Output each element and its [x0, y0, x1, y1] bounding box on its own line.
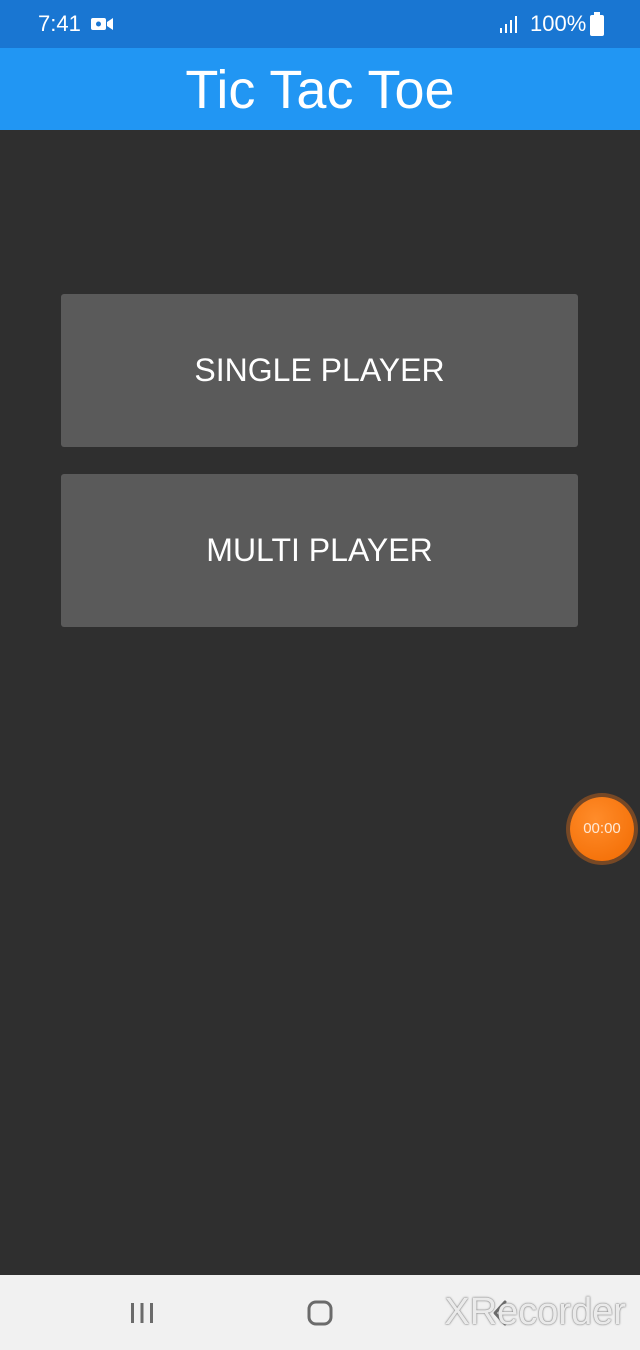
- recorder-timer-button[interactable]: 00:00: [570, 797, 634, 861]
- status-bar: 7:41 100%: [0, 0, 640, 48]
- battery-icon: [590, 12, 604, 36]
- app-screen: 7:41 100% Tic Tac Toe SINGLE PLAYER MULT…: [0, 0, 640, 1350]
- app-bar: Tic Tac Toe: [0, 48, 640, 130]
- battery-percent: 100%: [530, 11, 587, 36]
- video-camera-icon: [91, 18, 113, 30]
- status-time: 7:41: [38, 11, 81, 36]
- single-player-button[interactable]: SINGLE PLAYER: [61, 294, 578, 447]
- signal-icon: [500, 16, 517, 33]
- recorder-watermark: XRecorder: [444, 1291, 626, 1333]
- multi-player-button[interactable]: MULTI PLAYER: [61, 474, 578, 627]
- navigation-bar: XRecorder: [0, 1275, 640, 1350]
- app-title: Tic Tac Toe: [185, 60, 455, 120]
- recents-icon[interactable]: [122, 1299, 162, 1327]
- home-icon[interactable]: [300, 1297, 340, 1329]
